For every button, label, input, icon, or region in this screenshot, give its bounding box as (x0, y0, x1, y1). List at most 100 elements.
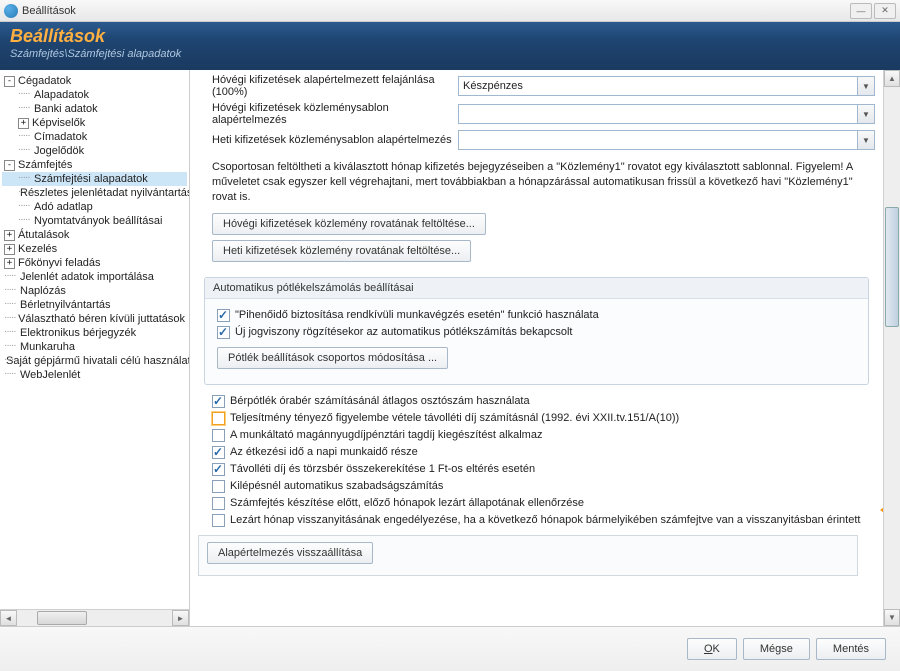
checkbox[interactable] (212, 497, 225, 510)
tree-item-label: Jogelődök (34, 145, 84, 157)
form-row: Heti kifizetések közleménysablon alapért… (198, 130, 875, 150)
tree-connector-icon (4, 286, 18, 297)
tree-connector-icon (18, 202, 32, 213)
expand-icon[interactable]: + (18, 118, 29, 129)
app-icon (4, 4, 18, 18)
tree-item[interactable]: Nyomtatványok beállításai (2, 214, 187, 228)
tree-item[interactable]: -Cégadatok (2, 74, 187, 88)
chevron-down-icon[interactable]: ▼ (857, 130, 875, 150)
dropdown[interactable]: Készpénzes▼ (458, 76, 875, 96)
tree-hscrollbar[interactable]: ◄ ► (0, 609, 189, 626)
tree-item[interactable]: +Főkönyvi feladás (2, 256, 187, 270)
dropdown-value[interactable] (458, 130, 857, 150)
tree-item-label: Átutalások (18, 229, 69, 241)
scroll-down-icon[interactable]: ▼ (884, 609, 900, 626)
dropdown[interactable]: ▼ (458, 104, 875, 124)
scroll-left-icon[interactable]: ◄ (0, 610, 17, 626)
scroll-right-icon[interactable]: ► (172, 610, 189, 626)
tree-item[interactable]: Naplózás (2, 284, 187, 298)
potlek-modositas-button[interactable]: Pótlék beállítások csoportos módosítása … (217, 347, 448, 369)
tree-item[interactable]: +Kezelés (2, 242, 187, 256)
checkbox-label: Teljesítmény tényező figyelembe vétele t… (230, 412, 679, 424)
tree-item[interactable]: Banki adatok (2, 102, 187, 116)
checkbox-label: Lezárt hónap visszanyitásának engedélyez… (230, 514, 860, 526)
expand-icon[interactable]: + (4, 244, 15, 255)
tree-item-label: Kezelés (18, 243, 57, 255)
scroll-thumb[interactable] (885, 207, 899, 327)
tree-item[interactable]: +Átutalások (2, 228, 187, 242)
expand-icon[interactable]: + (4, 258, 15, 269)
tree-item[interactable]: Alapadatok (2, 88, 187, 102)
tree-item[interactable]: Számfejtési alapadatok (2, 172, 187, 186)
minimize-button[interactable]: — (850, 3, 872, 19)
content-vscrollbar[interactable]: ▲ ▼ (883, 70, 900, 626)
tree-item[interactable]: +Képviselők (2, 116, 187, 130)
checkbox[interactable] (212, 480, 225, 493)
tree-item-label: Elektronikus bérjegyzék (20, 327, 136, 339)
checkbox[interactable] (212, 463, 225, 476)
checkbox[interactable] (212, 429, 225, 442)
reset-defaults-button[interactable]: Alapértelmezés visszaállítása (207, 542, 373, 564)
dropdown-value[interactable]: Készpénzes (458, 76, 857, 96)
pihenoido-checkbox[interactable] (217, 309, 230, 322)
ujjogviszony-checkbox[interactable] (217, 326, 230, 339)
tree-connector-icon (4, 300, 18, 311)
tree-item[interactable]: Bérletnyilvántartás (2, 298, 187, 312)
checkbox-row: Kilépésnél automatikus szabadságszámítás (198, 478, 875, 495)
potlek-groupbox: Automatikus pótlékelszámolás beállításai… (204, 277, 869, 385)
tree-item-label: Választható béren kívüli juttatások (18, 313, 185, 325)
ok-button[interactable]: OK (687, 638, 737, 660)
tree-item[interactable]: Választható béren kívüli juttatások (2, 312, 187, 326)
checkbox-label: Kilépésnél automatikus szabadságszámítás (230, 480, 443, 492)
tree-connector-icon (4, 328, 18, 339)
tree-item[interactable]: Munkaruha (2, 340, 187, 354)
checkbox-row: Számfejtés készítése előtt, előző hónapo… (198, 495, 875, 512)
checkbox[interactable] (212, 412, 225, 425)
expand-icon[interactable]: + (4, 230, 15, 241)
chevron-down-icon[interactable]: ▼ (857, 104, 875, 124)
tree-item[interactable]: -Számfejtés (2, 158, 187, 172)
heti-feltoltes-button[interactable]: Heti kifizetések közlemény rovatának fel… (212, 240, 471, 262)
breadcrumb: Számfejtés\Számfejtési alapadatok (10, 48, 890, 60)
checkbox-row: A munkáltató magánnyugdíjpénztári tagdíj… (198, 427, 875, 444)
collapse-icon[interactable]: - (4, 76, 15, 87)
tree-item-label: Nyomtatványok beállításai (34, 215, 162, 227)
tree-item[interactable]: Jelenlét adatok importálása (2, 270, 187, 284)
collapse-icon[interactable]: - (4, 160, 15, 171)
checkbox[interactable] (212, 395, 225, 408)
checkbox-label: A munkáltató magánnyugdíjpénztári tagdíj… (230, 429, 542, 441)
save-button[interactable]: Mentés (816, 638, 886, 660)
checkbox-row: Bérpótlék órabér számításánál átlagos os… (198, 393, 875, 410)
page-title: Beállítások (10, 26, 890, 47)
chevron-down-icon[interactable]: ▼ (857, 76, 875, 96)
pihenoido-label: "Pihenőidő biztosítása rendkívüli munkav… (235, 309, 599, 321)
close-button[interactable]: ✕ (874, 3, 896, 19)
checkbox-row: Teljesítmény tényező figyelembe vétele t… (198, 410, 875, 427)
tree-item[interactable]: Adó adatlap (2, 200, 187, 214)
dropdown[interactable]: ▼ (458, 130, 875, 150)
tree-item[interactable]: WebJelenlét (2, 368, 187, 382)
checkbox-label: Számfejtés készítése előtt, előző hónapo… (230, 497, 584, 509)
checkbox[interactable] (212, 446, 225, 459)
dropdown-value[interactable] (458, 104, 857, 124)
tree-connector-icon (18, 216, 32, 227)
tree-item[interactable]: Címadatok (2, 130, 187, 144)
tree-item[interactable]: Saját gépjármű hivatali célú használata (2, 354, 187, 368)
tree-item-label: Cégadatok (18, 75, 71, 87)
tree-item[interactable]: Elektronikus bérjegyzék (2, 326, 187, 340)
cancel-button[interactable]: Mégse (743, 638, 810, 660)
dialog-footer: OK Mégse Mentés (0, 626, 900, 671)
tree-item-label: Banki adatok (34, 103, 98, 115)
checkbox-label: Az étkezési idő a napi munkaidő része (230, 446, 418, 458)
tree-item[interactable]: Részletes jelenlétadat nyilvántartás (2, 186, 187, 200)
tree-item-label: Számfejtési alapadatok (34, 173, 148, 185)
scroll-up-icon[interactable]: ▲ (884, 70, 900, 87)
tree-connector-icon (18, 104, 32, 115)
checkbox[interactable] (212, 514, 225, 527)
tree-item-label: Saját gépjármű hivatali célú használata (6, 355, 189, 367)
scroll-thumb[interactable] (37, 611, 87, 625)
checkbox-row: Távolléti díj és törzsbér összekerekítés… (198, 461, 875, 478)
tree-item[interactable]: Jogelődök (2, 144, 187, 158)
hovegi-feltoltes-button[interactable]: Hóvégi kifizetések közlemény rovatának f… (212, 213, 486, 235)
tree-item-label: Képviselők (32, 117, 85, 129)
